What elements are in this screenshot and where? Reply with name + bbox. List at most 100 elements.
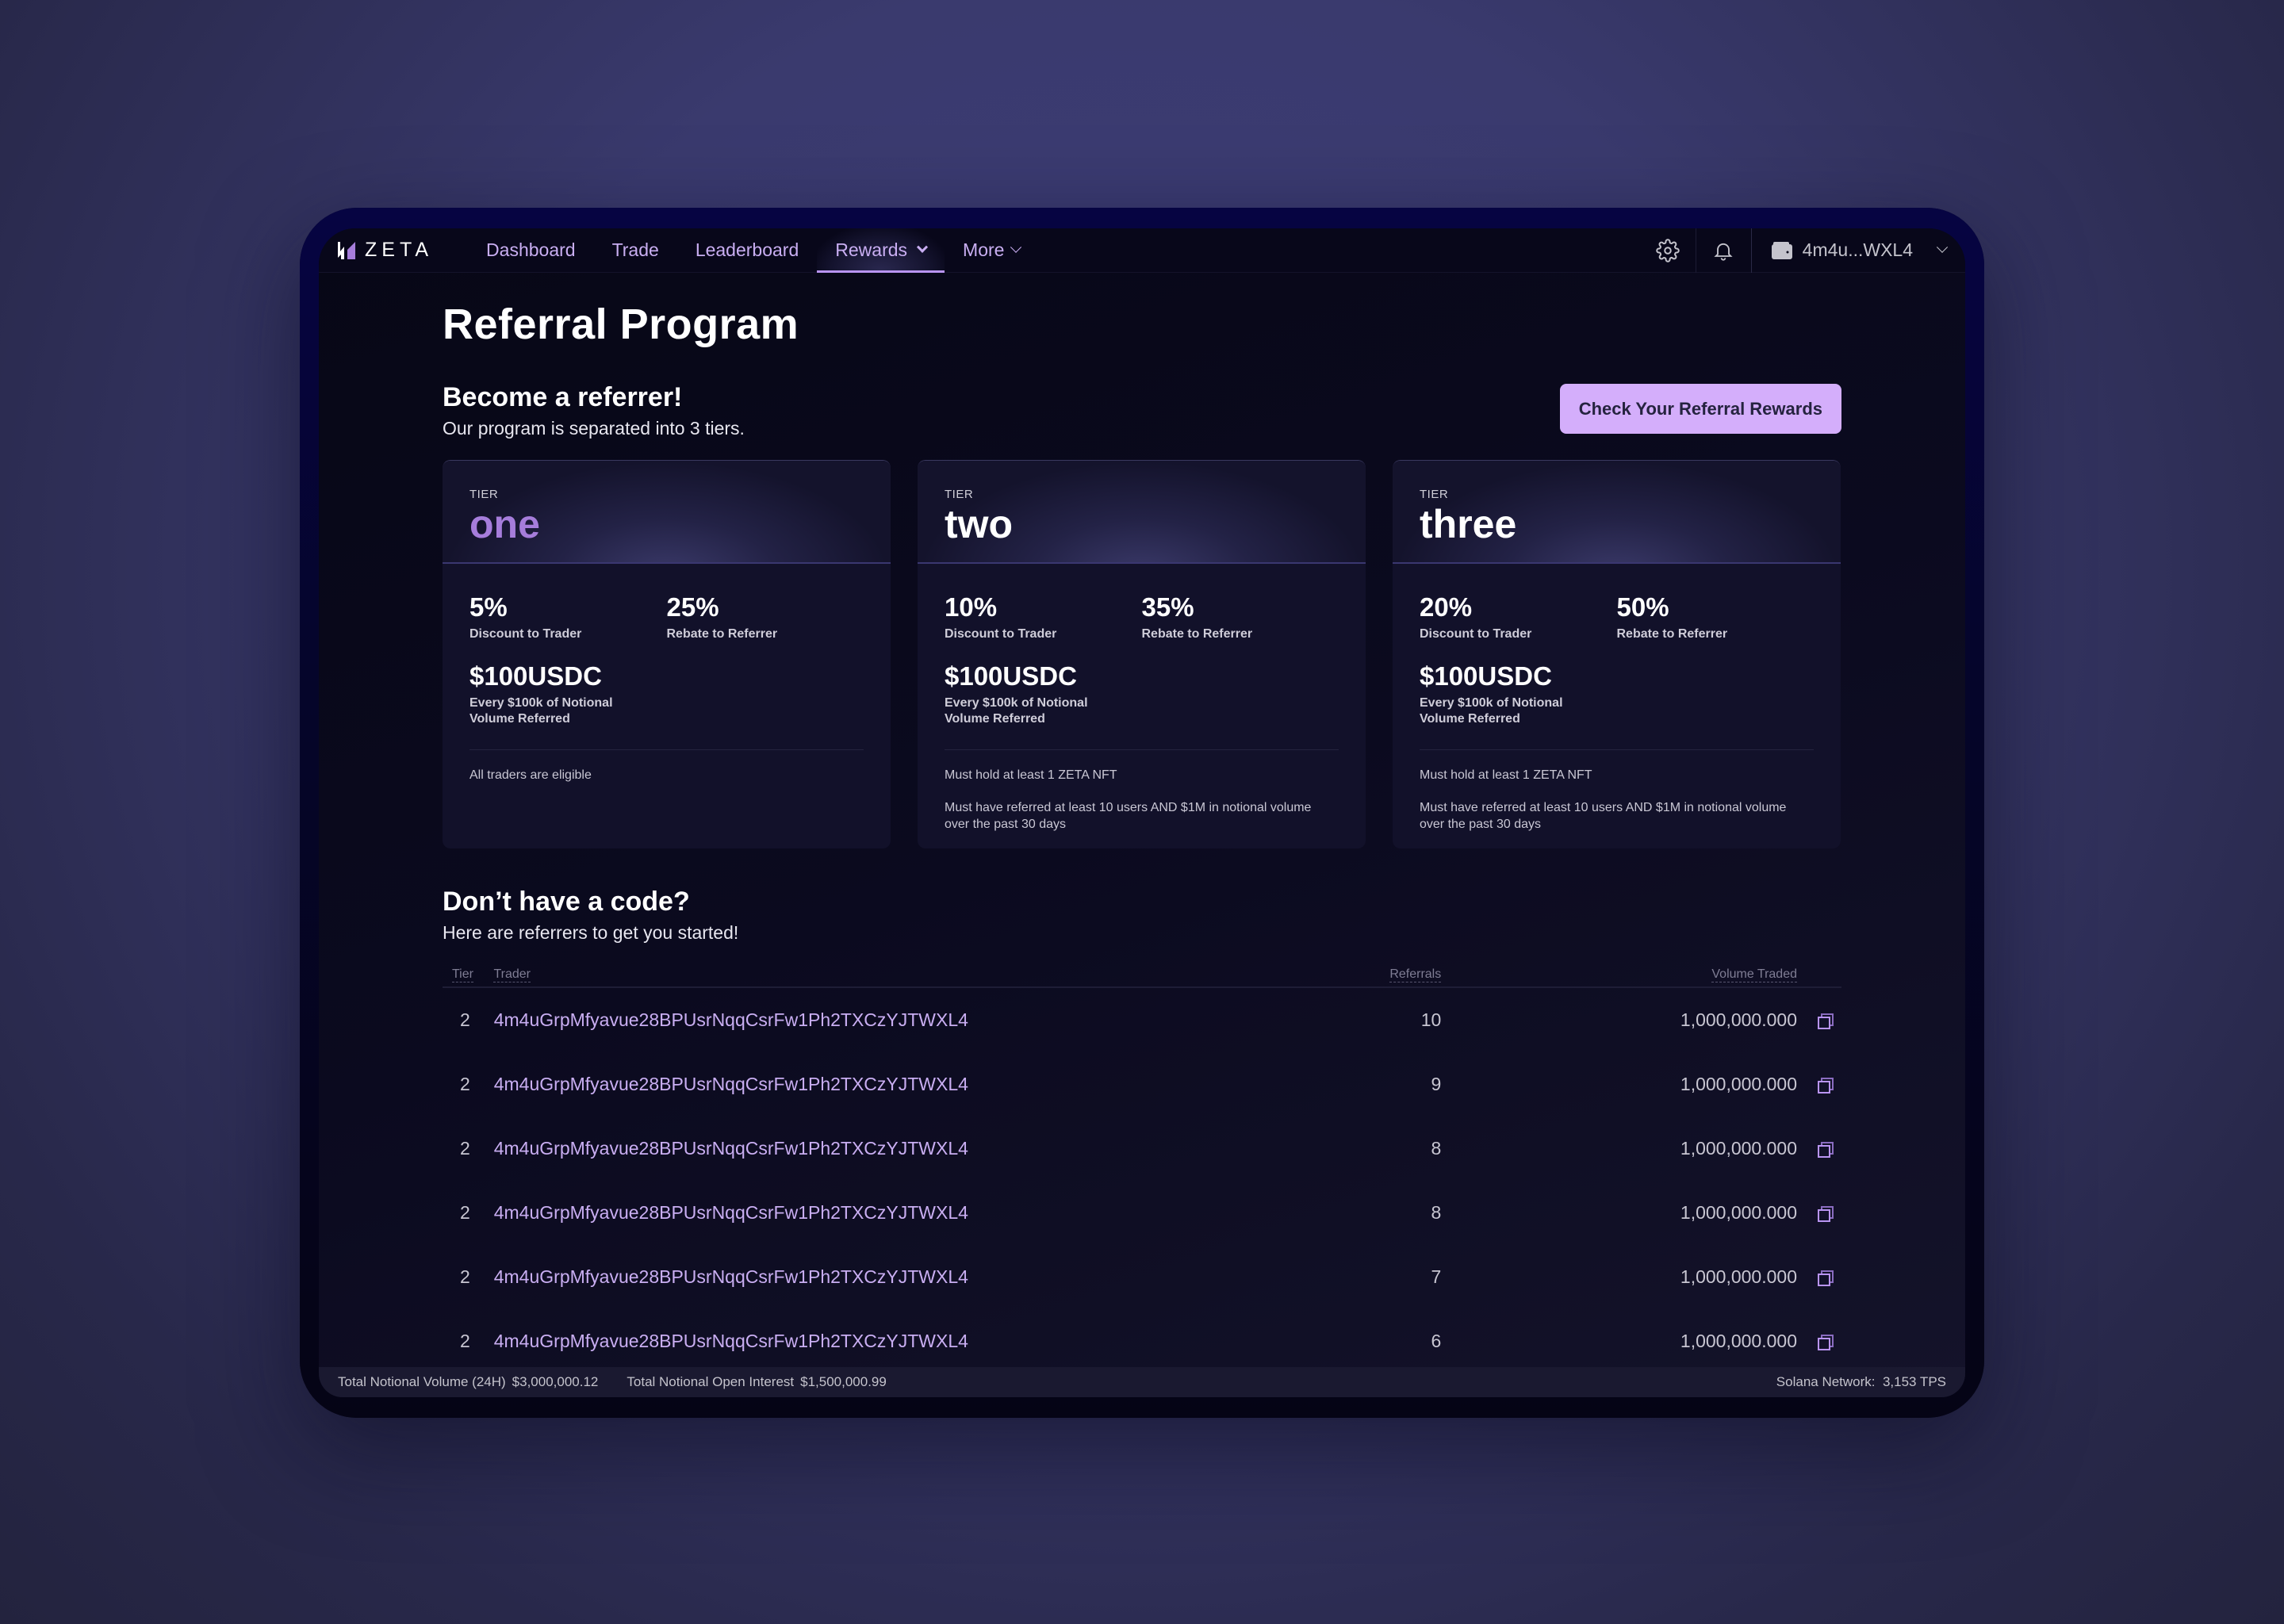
row-trader-link[interactable]: 4m4uGrpMfyavue28BPUsrNqqCsrFw1Ph2TXCzYJT… — [494, 1138, 1280, 1159]
row-volume: 1,000,000.000 — [1441, 1074, 1841, 1095]
check-referral-rewards-button[interactable]: Check Your Referral Rewards — [1559, 384, 1841, 434]
column-header-trader[interactable]: Trader — [493, 967, 1279, 982]
requirement: All traders are eligible — [469, 768, 592, 782]
zeta-logo-icon — [338, 241, 355, 259]
row-referrals: 9 — [1431, 1074, 1442, 1094]
tier-label: TIER — [469, 488, 499, 501]
notifications-button[interactable] — [1695, 228, 1751, 273]
row-volume-value: 1,000,000.000 — [1680, 1138, 1797, 1159]
row-tier: 2 — [460, 1331, 470, 1351]
tier-cards: TIER one 5% Discount to Trader 25% Rebat… — [443, 460, 1841, 848]
copy-icon[interactable] — [1818, 1013, 1834, 1029]
top-nav: ZETA Dashboard Trade Leaderboard Rewards… — [319, 228, 1965, 273]
open-interest: Total Notional Open Interest $1,500,000.9… — [627, 1374, 886, 1390]
tier-header: TIER two — [918, 461, 1366, 564]
open-interest-label: Total Notional Open Interest — [627, 1374, 795, 1389]
nav-more[interactable]: More — [945, 228, 1038, 273]
reward-label: Every $100k of Notional Volume Referred — [469, 696, 613, 726]
column-header-tier[interactable]: Tier — [443, 967, 493, 982]
row-trader-link[interactable]: 4m4uGrpMfyavue28BPUsrNqqCsrFw1Ph2TXCzYJT… — [494, 1331, 1280, 1352]
settings-button[interactable] — [1640, 228, 1696, 273]
discount-stat: 20% Discount to Trader — [1420, 594, 1617, 642]
wallet-address: 4m4u...WXL4 — [1802, 239, 1913, 260]
row-tier: 2 — [460, 1202, 470, 1223]
row-volume: 1,000,000.000 — [1441, 1331, 1841, 1352]
total-volume: Total Notional Volume (24H) $3,000,000.12 — [338, 1374, 598, 1390]
nav-leaderboard[interactable]: Leaderboard — [677, 228, 817, 273]
chevron-down-icon — [1010, 241, 1022, 253]
page-title: Referral Program — [443, 301, 799, 348]
row-trader-link[interactable]: 4m4uGrpMfyavue28BPUsrNqqCsrFw1Ph2TXCzYJT… — [494, 1009, 1280, 1031]
discount-stat: 10% Discount to Trader — [945, 594, 1142, 642]
table-row: 2 4m4uGrpMfyavue28BPUsrNqqCsrFw1Ph2TXCzYJ… — [443, 1116, 1841, 1181]
logo-text: ZETA — [365, 239, 434, 261]
nav-right: 4m4u...WXL4 — [1640, 228, 1965, 273]
discount-value: 10% — [945, 592, 998, 622]
copy-icon[interactable] — [1818, 1205, 1834, 1222]
divider — [945, 749, 1339, 750]
rebate-label: Rebate to Referrer — [666, 627, 778, 641]
row-volume-value: 1,000,000.000 — [1680, 1009, 1797, 1030]
referrer-section-header: Become a referrer! Our program is separa… — [443, 382, 1841, 439]
wallet-button[interactable]: 4m4u...WXL4 — [1750, 228, 1965, 273]
nav-rewards[interactable]: Rewards — [817, 228, 945, 273]
total-volume-label: Total Notional Volume (24H) — [338, 1374, 506, 1389]
requirement: Must have referred at least 10 users AND… — [945, 800, 1312, 831]
tier-label: TIER — [945, 488, 974, 501]
row-trader-link[interactable]: 4m4uGrpMfyavue28BPUsrNqqCsrFw1Ph2TXCzYJT… — [494, 1266, 1280, 1288]
tier-name: three — [1420, 502, 1517, 546]
referrers-section-title: Don’t have a code? — [443, 887, 690, 917]
network-status: Solana Network: 3,153 TPS — [1776, 1374, 1946, 1389]
logo[interactable]: ZETA — [336, 239, 433, 262]
copy-icon[interactable] — [1818, 1270, 1834, 1286]
column-header-volume[interactable]: Volume Traded — [1441, 967, 1841, 982]
row-referrals: 8 — [1431, 1138, 1442, 1159]
nav-label: Dashboard — [486, 239, 576, 260]
referrers-table: Tier Trader Referrals Volume Traded 2 4m4… — [443, 966, 1841, 1373]
tier-header: TIER three — [1393, 461, 1841, 564]
discount-label: Discount to Trader — [469, 627, 582, 641]
row-volume: 1,000,000.000 — [1441, 1266, 1841, 1288]
row-volume-value: 1,000,000.000 — [1680, 1266, 1797, 1287]
nav-label: More — [963, 239, 1005, 260]
discount-label: Discount to Trader — [945, 627, 1057, 641]
reward-label: Every $100k of Notional Volume Referred — [1420, 696, 1563, 726]
referrer-section-subtitle: Our program is separated into 3 tiers. — [443, 418, 745, 439]
total-volume-value: $3,000,000.12 — [512, 1374, 599, 1389]
nav-trade[interactable]: Trade — [594, 228, 677, 273]
rebate-value: 50% — [1616, 592, 1669, 622]
row-trader-link[interactable]: 4m4uGrpMfyavue28BPUsrNqqCsrFw1Ph2TXCzYJT… — [494, 1202, 1280, 1224]
row-tier: 2 — [460, 1074, 470, 1094]
table-row: 2 4m4uGrpMfyavue28BPUsrNqqCsrFw1Ph2TXCzYJ… — [443, 1309, 1841, 1373]
column-header-referrals[interactable]: Referrals — [1279, 967, 1442, 982]
row-referrals: 8 — [1431, 1202, 1442, 1223]
requirement: Must have referred at least 10 users AND… — [1420, 800, 1787, 831]
tier-label: TIER — [1420, 488, 1449, 501]
tier-card-three: TIER three 20% Discount to Trader 50% Re… — [1393, 460, 1841, 848]
nav-label: Rewards — [835, 239, 908, 260]
discount-label: Discount to Trader — [1420, 627, 1532, 641]
app-window: ZETA Dashboard Trade Leaderboard Rewards… — [319, 228, 1965, 1397]
copy-icon[interactable] — [1818, 1077, 1834, 1094]
discount-value: 5% — [469, 592, 508, 622]
table-row: 2 4m4uGrpMfyavue28BPUsrNqqCsrFw1Ph2TXCzYJ… — [443, 988, 1841, 1052]
reward-value: $100USDC — [1420, 661, 1552, 691]
reward-stat: $100USDC Every $100k of Notional Volume … — [1420, 663, 1594, 727]
bell-icon — [1714, 243, 1733, 261]
referrer-section-title: Become a referrer! — [443, 382, 683, 412]
table-row: 2 4m4uGrpMfyavue28BPUsrNqqCsrFw1Ph2TXCzYJ… — [443, 1181, 1841, 1245]
table-row: 2 4m4uGrpMfyavue28BPUsrNqqCsrFw1Ph2TXCzYJ… — [443, 1052, 1841, 1116]
status-bar: Total Notional Volume (24H) $3,000,000.12… — [319, 1367, 1965, 1397]
row-trader-link[interactable]: 4m4uGrpMfyavue28BPUsrNqqCsrFw1Ph2TXCzYJT… — [494, 1074, 1280, 1095]
nav-dashboard[interactable]: Dashboard — [468, 228, 594, 273]
chevron-down-icon — [1936, 241, 1949, 253]
open-interest-value: $1,500,000.99 — [800, 1374, 887, 1389]
row-tier: 2 — [460, 1138, 470, 1159]
tier-header: TIER one — [443, 461, 891, 564]
copy-icon[interactable] — [1818, 1141, 1834, 1158]
requirement: Must hold at least 1 ZETA NFT — [945, 768, 1117, 782]
wallet-icon — [1771, 241, 1792, 259]
copy-icon[interactable] — [1818, 1334, 1834, 1350]
requirement: Must hold at least 1 ZETA NFT — [1420, 768, 1592, 782]
main-content: Referral Program Become a referrer! Our … — [443, 273, 1841, 1373]
